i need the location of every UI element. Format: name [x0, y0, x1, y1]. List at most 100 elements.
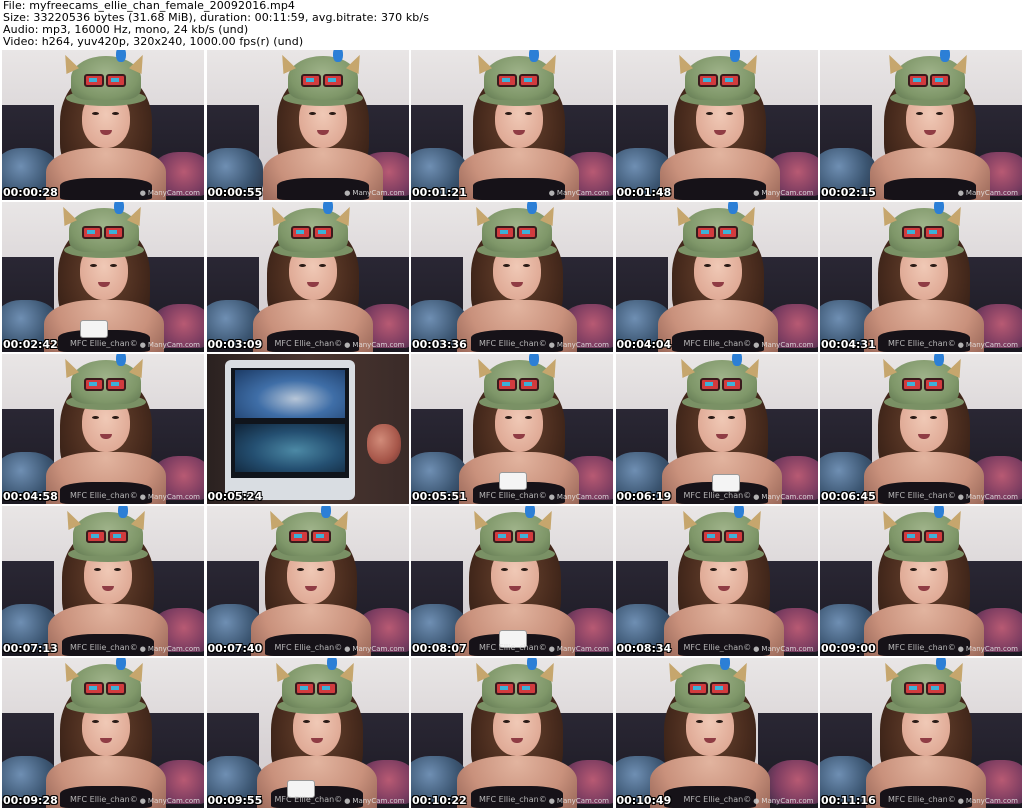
clothing-top [673, 178, 766, 200]
hat-goggle [495, 226, 515, 239]
video-thumbnail: MFC Ellie_chan©ManyCam.com 00:09:55 [206, 658, 409, 808]
webcam-scene [206, 202, 409, 352]
watermark-text: MFC Ellie_chan© [70, 795, 138, 804]
manycam-label: ManyCam.com [344, 189, 404, 197]
hat-goggle [697, 74, 718, 87]
hat-goggle [721, 378, 742, 391]
hat-feather [118, 506, 128, 518]
timestamp: 00:05:51 [412, 490, 467, 503]
hat-goggle [519, 74, 539, 87]
hat-goggle [515, 530, 535, 543]
webcam-scene [2, 354, 204, 504]
manycam-label: ManyCam.com [549, 189, 609, 197]
manycam-label: ManyCam.com [753, 341, 813, 349]
hat-goggle [106, 682, 126, 695]
timestamp: 00:08:07 [412, 642, 467, 655]
webcam-scene [206, 506, 409, 656]
webcam-scene [615, 506, 818, 656]
watermark-text: MFC Ellie_chan© [70, 491, 138, 500]
hat-goggle [493, 530, 513, 543]
watermark-text: MFC Ellie_chan© [888, 795, 956, 804]
file-info-header: File: myfreecams_ellie_chan_female_20092… [3, 0, 1021, 48]
watermark-text: MFC Ellie_chan© [70, 339, 138, 348]
webcam-scene [411, 202, 613, 352]
watermark-text: MFC Ellie_chan© [683, 795, 752, 804]
phone-video-bottom [234, 424, 345, 472]
manycam-label: ManyCam.com [958, 493, 1018, 501]
hat-goggle [322, 74, 343, 87]
timestamp: 00:05:24 [207, 490, 263, 503]
hat-goggle [519, 378, 539, 391]
hat-goggle [300, 74, 321, 87]
webcam-scene [2, 506, 204, 656]
webcam-scene [411, 506, 613, 656]
webcam-scene [820, 506, 1022, 656]
timestamp: 00:09:55 [207, 794, 263, 807]
manycam-label: ManyCam.com [140, 797, 200, 805]
manycam-label: ManyCam.com [140, 493, 200, 501]
hat-feather [116, 658, 126, 670]
webcam-scene [615, 354, 818, 504]
hat-goggle [290, 226, 311, 239]
hat-goggle [908, 74, 928, 87]
finger [366, 424, 401, 464]
video-thumbnail: MFC Ellie_chan©ManyCam.com 00:04:31 [820, 202, 1022, 352]
video-thumbnail: MFC Ellie_chan©ManyCam.com 00:05:51 [411, 354, 613, 504]
hat-goggle [902, 530, 922, 543]
manycam-label: ManyCam.com [753, 493, 813, 501]
timestamp: 00:07:40 [207, 642, 263, 655]
hat-feather [934, 354, 944, 366]
hat-feather [529, 354, 539, 366]
watermark-text: MFC Ellie_chan© [479, 491, 547, 500]
phone [711, 474, 740, 492]
hat-feather [529, 50, 539, 62]
hat-goggle [294, 682, 315, 695]
timestamp: 00:09:00 [821, 642, 876, 655]
timestamp: 00:06:19 [616, 490, 672, 503]
manycam-label: ManyCam.com [549, 341, 609, 349]
timestamp: 00:09:28 [3, 794, 58, 807]
timestamp: 00:03:36 [412, 338, 467, 351]
hat-feather [719, 658, 730, 670]
hat-goggle [86, 530, 106, 543]
hat-goggle [495, 682, 515, 695]
webcam-scene [820, 658, 1022, 808]
hat-feather [114, 202, 124, 214]
hat-feather [527, 658, 537, 670]
watermark-text: MFC Ellie_chan© [479, 795, 547, 804]
hat-goggle [497, 74, 517, 87]
hat-feather [729, 50, 740, 62]
webcam-scene [206, 50, 409, 200]
hat-goggle [930, 74, 950, 87]
hat-goggle [104, 226, 124, 239]
watermark-text: MFC Ellie_chan© [683, 339, 752, 348]
hat-goggle [709, 682, 730, 695]
hat-goggle [497, 378, 517, 391]
watermark-text: MFC Ellie_chan© [888, 491, 956, 500]
hat-feather [733, 506, 744, 518]
manycam-label: ManyCam.com [958, 645, 1018, 653]
hat-feather [936, 658, 946, 670]
video-thumbnail: MFC Ellie_chan©ManyCam.com 00:04:58 [2, 354, 204, 504]
manycam-label: ManyCam.com [753, 189, 813, 197]
hat-feather [934, 506, 944, 518]
video-thumbnail: ManyCam.com 00:00:55 [206, 50, 409, 200]
video-thumbnail: ManyCam.com 00:02:15 [820, 50, 1022, 200]
webcam-scene [411, 658, 613, 808]
manycam-label: ManyCam.com [549, 797, 609, 805]
hat-goggle [699, 378, 720, 391]
manycam-label: ManyCam.com [958, 797, 1018, 805]
hat-feather [940, 50, 950, 62]
hat-feather [322, 202, 333, 214]
hat-goggle [695, 226, 716, 239]
manycam-label: ManyCam.com [140, 341, 200, 349]
hat-goggle [84, 74, 104, 87]
hat-goggle [701, 530, 722, 543]
manycam-label: ManyCam.com [549, 493, 609, 501]
timestamp: 00:00:28 [3, 186, 58, 199]
hat-feather [731, 354, 742, 366]
hat-goggle [106, 74, 126, 87]
timestamp: 00:04:04 [616, 338, 672, 351]
phone-screen-frame [206, 354, 409, 504]
hat-goggle [517, 226, 537, 239]
